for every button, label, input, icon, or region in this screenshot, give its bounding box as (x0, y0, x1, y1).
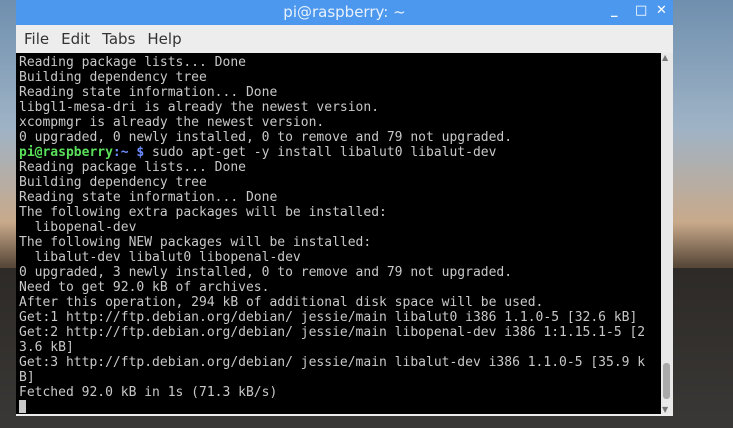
output-line: The following NEW packages will be insta… (19, 235, 372, 250)
output-line: Reading package lists... Done (19, 55, 246, 70)
output-line: 0 upgraded, 0 newly installed, 0 to remo… (19, 130, 513, 145)
scroll-down-icon[interactable]: ▼ (662, 405, 668, 414)
output-line: B] (19, 370, 35, 385)
menu-tabs[interactable]: Tabs (102, 30, 135, 48)
scrollbar-thumb[interactable] (663, 363, 670, 399)
prompt-path: :~ $ (112, 145, 145, 160)
output-line: The following extra packages will be ins… (19, 205, 387, 220)
output-line: Get:1 http://ftp.debian.org/debian/ jess… (19, 310, 638, 325)
output-line: Reading state information... Done (19, 85, 278, 100)
scrollbar[interactable]: ▲ ▼ (661, 53, 673, 414)
menu-edit[interactable]: Edit (61, 30, 90, 48)
menu-file[interactable]: File (24, 30, 49, 48)
menu-help[interactable]: Help (147, 30, 181, 48)
output-line: After this operation, 294 kB of addition… (19, 295, 544, 310)
maximize-icon[interactable]: □ (635, 3, 647, 18)
title-bar[interactable]: pi@raspberry: ~ _ □ ✕ (16, 0, 673, 25)
output-line: Get:2 http://ftp.debian.org/debian/ jess… (19, 325, 646, 340)
output-line: 0 upgraded, 3 newly installed, 0 to remo… (19, 265, 513, 280)
prompt-line: pi@raspberry:~ $ sudo apt-get -y install… (19, 145, 661, 160)
output-line: Reading state information... Done (19, 190, 278, 205)
prompt-user: pi@raspberry (19, 145, 113, 160)
terminal-output[interactable]: Reading package lists... Done Building de… (16, 53, 661, 414)
output-line: Reading package lists... Done (19, 160, 246, 175)
output-line: Need to get 92.0 kB of archives. (19, 280, 270, 295)
output-line: libopenal-dev (19, 220, 137, 235)
close-icon[interactable]: ✕ (656, 3, 667, 18)
terminal-window: pi@raspberry: ~ _ □ ✕ File Edit Tabs Hel… (16, 0, 673, 416)
command: sudo apt-get -y install libalut0 libalut… (144, 145, 497, 160)
minimize-icon[interactable]: _ (611, 3, 618, 18)
output-line: 3.6 kB] (19, 340, 74, 355)
output-line: xcompmgr is already the newest version. (19, 115, 325, 130)
menu-bar: File Edit Tabs Help (16, 25, 673, 53)
output-line: libgl1-mesa-dri is already the newest ve… (19, 100, 380, 115)
output-line: Fetched 92.0 kB in 1s (71.3 kB/s) (19, 385, 278, 400)
output-line: libalut-dev libalut0 libopenal-dev (19, 250, 301, 265)
output-line: Building dependency tree (19, 175, 207, 190)
output-line: Get:3 http://ftp.debian.org/debian/ jess… (19, 355, 646, 370)
output-line: Building dependency tree (19, 70, 207, 85)
window-title: pi@raspberry: ~ (283, 3, 406, 21)
text-cursor (19, 400, 26, 413)
scroll-up-icon[interactable]: ▲ (662, 53, 668, 62)
